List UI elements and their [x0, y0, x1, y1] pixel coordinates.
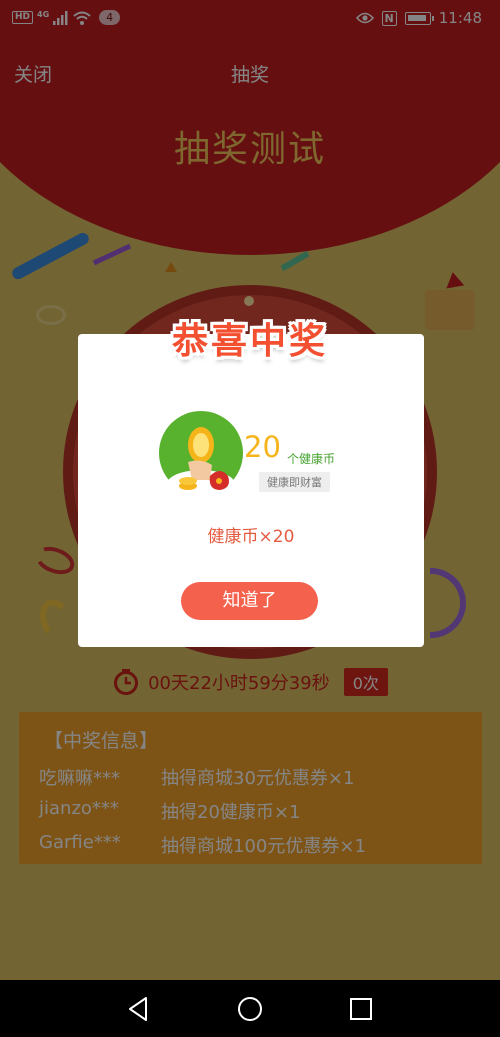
- health-coin-icon: [159, 411, 243, 496]
- prize-unit: 个健康币: [287, 452, 336, 466]
- android-nav-bar: [0, 980, 500, 1037]
- congrats-banner: 恭喜中奖: [171, 321, 328, 362]
- prize-slogan: 健康即财富: [259, 472, 330, 492]
- home-icon[interactable]: [235, 994, 265, 1024]
- ok-button[interactable]: 知道了: [181, 582, 318, 620]
- back-icon[interactable]: [124, 994, 154, 1024]
- recents-icon[interactable]: [346, 994, 376, 1024]
- prize-amount: 20: [244, 430, 281, 464]
- prize-dialog: 20 个健康币 健康即财富 健康币×20 知道了: [78, 334, 424, 647]
- prize-result: 健康币×20: [207, 527, 295, 547]
